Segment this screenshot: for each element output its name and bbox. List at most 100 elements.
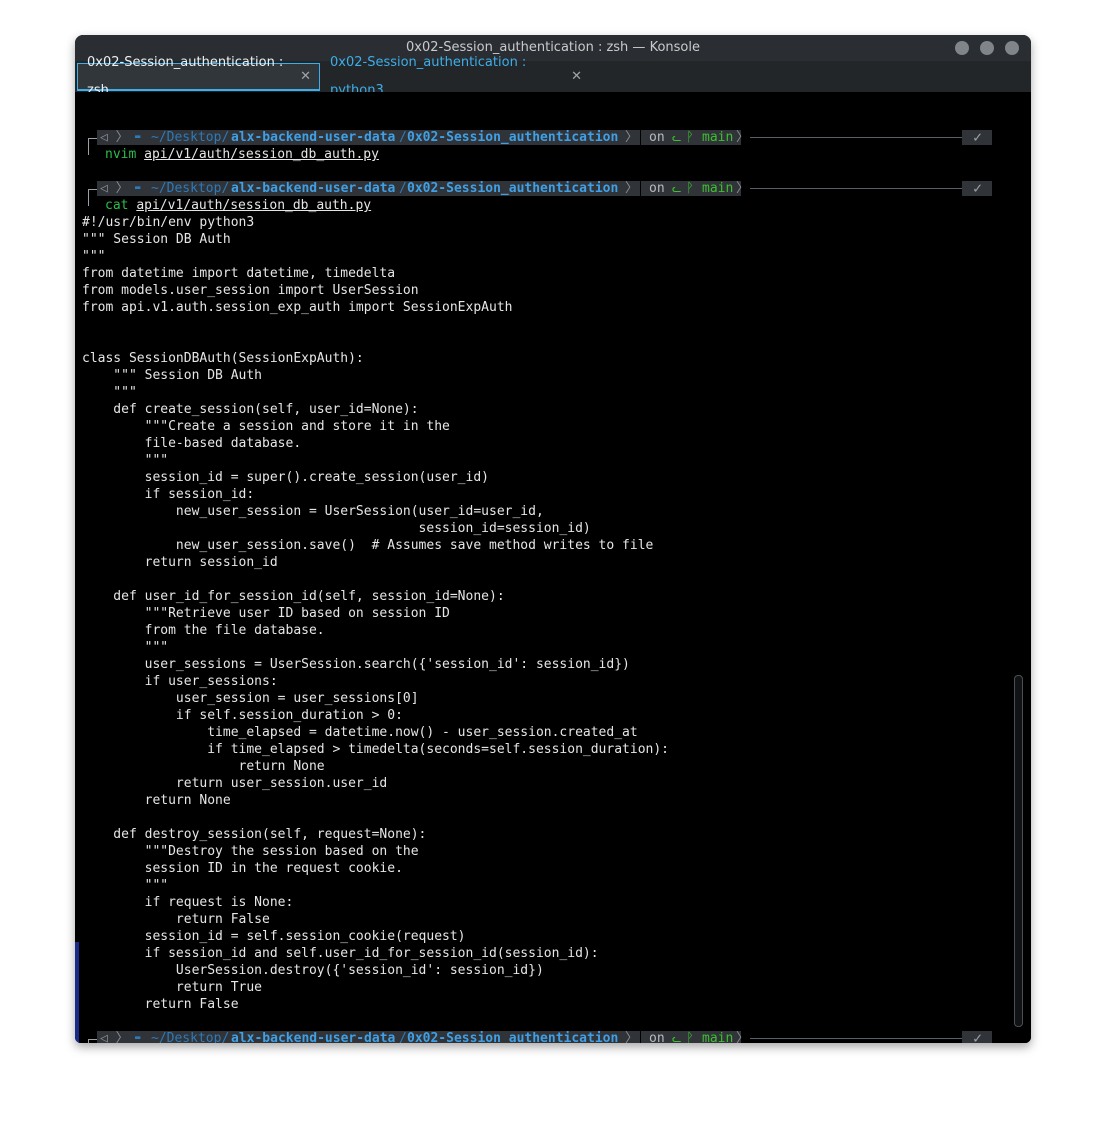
window-controls xyxy=(955,41,1019,55)
git-icon: ᓚ xyxy=(672,131,682,144)
chevron-right-icon: 〉 xyxy=(625,1031,639,1043)
maximize-button[interactable] xyxy=(980,41,994,55)
output-line: """ xyxy=(82,385,137,400)
path-repo: alx-backend-user-data xyxy=(231,181,396,196)
check-icon: ✓ xyxy=(973,128,983,146)
path-home: ~/Desktop/ xyxy=(151,130,230,145)
chevron-right-icon: 〉 xyxy=(625,181,639,196)
output-line: from api.v1.auth.session_exp_auth import… xyxy=(82,300,513,315)
output-line: """ xyxy=(82,249,106,264)
prompt-rule xyxy=(750,188,962,189)
prompt-bracket xyxy=(88,189,97,206)
output-line: file-based database. xyxy=(82,436,302,451)
output-line: class SessionDBAuth(SessionExpAuth): xyxy=(82,351,364,366)
command-name: nvim xyxy=(105,147,137,162)
output-line: """Destroy the session based on the xyxy=(82,844,419,859)
close-window-button[interactable] xyxy=(1005,41,1019,55)
prompt-bar: ◁ 〉 ▬ ~/Desktop/alx-backend-user-data/0x02… xyxy=(82,179,992,206)
scrollbar[interactable] xyxy=(1014,675,1023,1027)
path-repo: alx-backend-user-data xyxy=(231,130,396,145)
output-line: new_user_session.save() # Assumes save m… xyxy=(82,538,654,553)
output-line: user_session = user_sessions[0] xyxy=(82,691,419,706)
path-home: ~/Desktop/ xyxy=(151,181,230,196)
output-line: return None xyxy=(82,793,231,808)
output-line: return False xyxy=(82,997,239,1012)
command-arg: api/v1/auth/session_db_auth.py xyxy=(136,198,372,213)
output-line: new_user_session = UserSession(user_id=u… xyxy=(82,504,544,519)
close-icon[interactable]: ✕ xyxy=(300,63,311,91)
path-dir: 0x02-Session_authentication xyxy=(407,1031,619,1043)
git-branch: main xyxy=(702,1031,734,1043)
command-line: nvim api/v1/auth/session_db_auth.py xyxy=(105,146,379,163)
output-line: """ xyxy=(82,640,169,655)
path-separator: / xyxy=(399,181,407,196)
output-line: UserSession.destroy({'session_id': sessi… xyxy=(82,963,544,978)
output-line: """Retrieve user ID based on session ID xyxy=(82,606,450,621)
folder-icon: ▬ xyxy=(135,183,141,193)
output-line: def user_id_for_session_id(self, session… xyxy=(82,589,505,604)
check-icon: ✓ xyxy=(973,179,983,197)
branch-icon: ᚹ xyxy=(686,130,694,145)
terminal-icon: ◁ 〉 xyxy=(100,1031,129,1043)
output-line: if session_id: xyxy=(82,487,255,502)
prompt-bracket xyxy=(88,1039,97,1043)
close-icon[interactable]: ✕ xyxy=(571,63,582,91)
folder-icon: ▬ xyxy=(135,1033,141,1043)
output-line: #!/usr/bin/env python3 xyxy=(82,215,255,230)
output-line: session_id = self.session_cookie(request… xyxy=(82,929,466,944)
command-arg: api/v1/auth/session_db_auth.py xyxy=(144,147,379,162)
path-separator: / xyxy=(399,1031,407,1043)
output-line: def destroy_session(self, request=None): xyxy=(82,827,427,842)
prompt-bar: ◁ 〉 ▬ ~/Desktop/alx-backend-user-data/0x02… xyxy=(82,1030,992,1043)
output-line: user_sessions = UserSession.search({'ses… xyxy=(82,657,630,672)
path-dir: 0x02-Session_authentication xyxy=(407,181,619,196)
output-line: if request is None: xyxy=(82,895,294,910)
prompt-rule xyxy=(750,137,962,138)
output-line: """ xyxy=(82,878,169,893)
prompt-bracket xyxy=(88,138,97,155)
output-line: return session_id xyxy=(82,555,278,570)
output-line: return False xyxy=(82,912,270,927)
tab-python3[interactable]: 0x02-Session_authentication : python3 ✕ xyxy=(321,55,590,98)
tab-bar: 0x02-Session_authentication : zsh ✕ 0x02… xyxy=(75,55,1031,98)
minimize-button[interactable] xyxy=(955,41,969,55)
output-line: session ID in the request cookie. xyxy=(82,861,403,876)
output-line: if self.session_duration > 0: xyxy=(82,708,403,723)
scroll-marker xyxy=(75,942,79,1043)
chevron-right-icon: 〉 xyxy=(736,1031,750,1043)
output-line: session_id=session_id) xyxy=(82,521,591,536)
konsole-window: 0x02-Session_authentication : zsh — Kons… xyxy=(75,35,1031,1043)
prompt-on: on xyxy=(649,130,665,145)
command-name: cat xyxy=(105,198,129,213)
chevron-right-icon: 〉 xyxy=(736,181,750,196)
chevron-right-icon: 〉 xyxy=(736,130,750,145)
git-branch: main xyxy=(702,130,734,145)
folder-icon: ▬ xyxy=(135,132,141,142)
path-home: ~/Desktop/ xyxy=(151,1031,230,1043)
output-line: if user_sessions: xyxy=(82,674,278,689)
tab-zsh[interactable]: 0x02-Session_authentication : zsh ✕ xyxy=(77,55,320,98)
chevron-right-icon: 〉 xyxy=(625,130,639,145)
output-line: session_id = super().create_session(user… xyxy=(82,470,489,485)
output-line: """ Session DB Auth xyxy=(82,368,263,383)
output-line: from datetime import datetime, timedelta xyxy=(82,266,396,281)
output-line: time_elapsed = datetime.now() - user_ses… xyxy=(82,725,638,740)
path-dir: 0x02-Session_authentication xyxy=(407,130,619,145)
output-line: def create_session(self, user_id=None): xyxy=(82,402,419,417)
prompt-on: on xyxy=(649,181,665,196)
git-icon: ᓚ xyxy=(672,182,682,195)
output-line: return None xyxy=(82,759,325,774)
branch-icon: ᚹ xyxy=(686,181,694,196)
prompt-rule xyxy=(750,1038,962,1039)
terminal-icon: ◁ 〉 xyxy=(100,130,129,145)
prompt-bar: ◁ 〉 ▬ ~/Desktop/alx-backend-user-data/0x02… xyxy=(82,128,992,155)
terminal-view[interactable]: ◁ 〉 ▬ ~/Desktop/alx-backend-user-data/0x02… xyxy=(75,92,1031,1043)
git-icon: ᓚ xyxy=(672,1032,682,1043)
output-line: """ xyxy=(82,453,169,468)
prompt-on: on xyxy=(649,1031,665,1043)
path-repo: alx-backend-user-data xyxy=(231,1031,396,1043)
output-line: if time_elapsed > timedelta(seconds=self… xyxy=(82,742,669,757)
terminal-icon: ◁ 〉 xyxy=(100,181,129,196)
branch-icon: ᚹ xyxy=(686,1031,694,1043)
